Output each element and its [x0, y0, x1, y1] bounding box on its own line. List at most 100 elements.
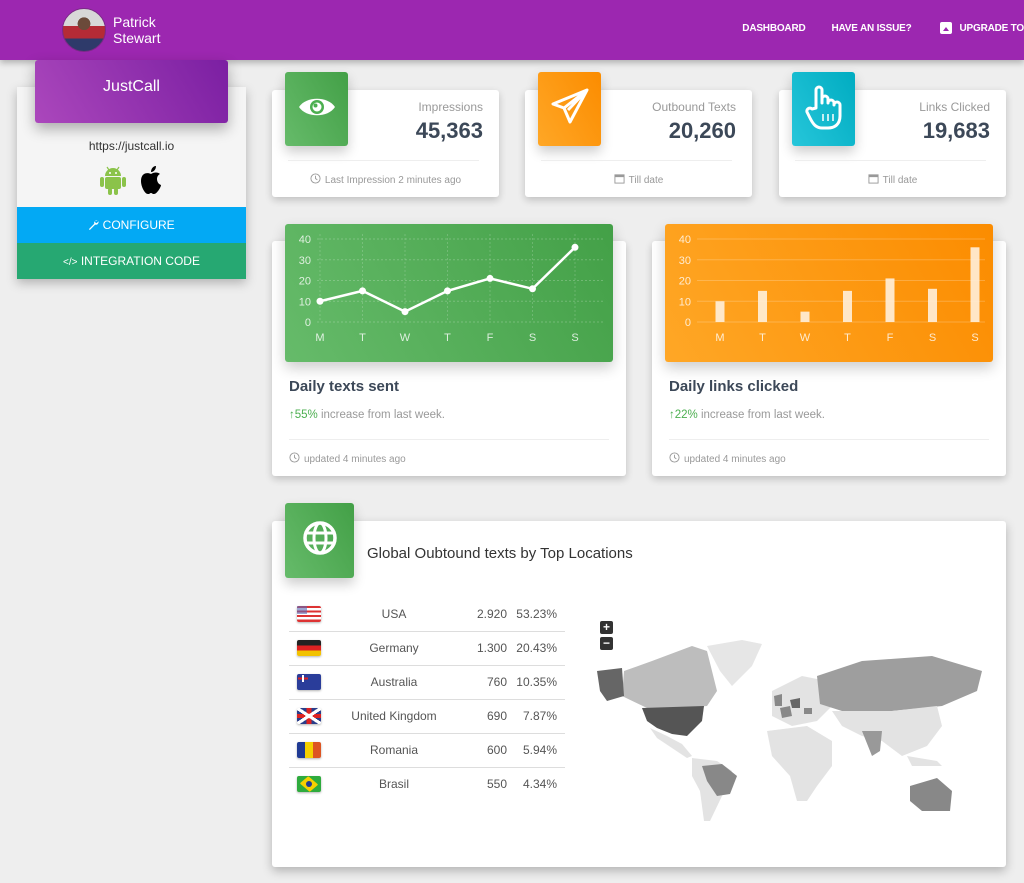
bar[interactable]	[928, 288, 937, 322]
bar[interactable]	[843, 290, 852, 322]
data-point[interactable]	[444, 287, 451, 295]
x-tick-label: T	[359, 332, 366, 344]
clock-icon	[310, 173, 321, 187]
map-zoom-in-button[interactable]: +	[600, 621, 613, 634]
avatar[interactable]	[62, 8, 106, 52]
map-zoom-out-button[interactable]: −	[600, 637, 613, 650]
top-navbar: Patrick Stewart DASHBOARD HAVE AN ISSUE?…	[0, 0, 1024, 60]
map-region	[597, 668, 624, 701]
data-point[interactable]	[316, 297, 324, 305]
nav-upgrade-label: UPGRADE TO	[959, 22, 1024, 34]
x-tick-label: T	[444, 332, 451, 344]
y-tick-label: 10	[679, 296, 691, 308]
location-row: Brasil 550 4.34%	[289, 767, 565, 801]
x-tick-label: F	[887, 332, 894, 344]
map-region	[907, 756, 942, 766]
location-row: Australia 760 10.35%	[289, 665, 565, 700]
location-row: United Kingdom 690 7.87%	[289, 699, 565, 734]
globe-icon-box	[285, 503, 354, 578]
code-icon: </>	[63, 257, 78, 268]
location-count: 600	[454, 733, 509, 768]
apple-icon[interactable]	[137, 165, 165, 200]
y-tick-label: 20	[299, 276, 311, 288]
location-percent: 5.94%	[509, 733, 565, 768]
y-tick-label: 0	[305, 317, 311, 329]
data-point[interactable]	[359, 287, 366, 295]
x-tick-label: T	[759, 332, 766, 344]
location-count: 690	[454, 699, 509, 734]
data-point[interactable]	[486, 274, 494, 282]
x-tick-label: W	[400, 332, 411, 344]
flag-cell	[289, 733, 334, 768]
location-count: 550	[486, 777, 507, 792]
divider	[541, 160, 732, 161]
stat-label: Outbound Texts	[652, 100, 736, 114]
x-tick-label: W	[800, 332, 811, 344]
map-region	[862, 731, 882, 756]
y-tick-label: 10	[299, 296, 311, 308]
map-region	[707, 640, 762, 686]
stat-value: 20,260	[668, 118, 736, 143]
nav-dashboard[interactable]: DASHBOARD	[742, 23, 805, 34]
country-name: Romania	[334, 733, 454, 768]
global-locations-card: Global Oubtound texts by Top Locations U…	[272, 503, 1006, 867]
data-point[interactable]	[571, 243, 579, 251]
y-tick-label: 40	[299, 234, 311, 246]
daily-links-bar-chart: 0 10 20 30 40 M T W T F S S	[679, 234, 985, 344]
divider	[288, 160, 479, 161]
x-tick-label: T	[844, 332, 851, 344]
app-name-header: JustCall	[35, 60, 228, 123]
configure-button[interactable]: CONFIGURE	[17, 207, 246, 243]
configure-label: CONFIGURE	[102, 218, 175, 232]
flag-cell	[289, 767, 334, 801]
android-icon[interactable]	[99, 165, 127, 200]
bar[interactable]	[800, 311, 810, 322]
stat-card-outbound-texts: Outbound Texts 20,260 Till date	[525, 72, 752, 197]
chart-footer-text: updated 4 minutes ago	[304, 453, 406, 465]
change-text: increase from last week.	[317, 409, 445, 421]
bar[interactable]	[758, 290, 767, 322]
map-region	[832, 706, 942, 756]
stat-footer-text: Last Impression 2 minutes ago	[324, 174, 462, 186]
chart-footer-text: updated 4 minutes ago	[684, 453, 786, 465]
bar-chart-panel: 0 10 20 30 40 M T W T F S S	[665, 224, 993, 362]
user-name[interactable]: Patrick Stewart	[113, 14, 160, 46]
change-percent: 55%	[294, 409, 318, 421]
stat-icon-box	[792, 72, 855, 146]
stat-icon-box	[285, 72, 348, 146]
country-name: Germany	[334, 631, 454, 666]
location-percent: 7.87%	[509, 699, 565, 734]
divider	[289, 439, 609, 440]
map-region	[780, 706, 792, 718]
app-url[interactable]: https://justcall.io	[17, 139, 246, 153]
map-region	[774, 694, 782, 706]
x-tick-label: F	[487, 332, 494, 344]
daily-texts-line-chart: 0 10 20 30 40 M T W T F S S	[299, 234, 605, 344]
map-region	[767, 726, 832, 801]
chart-footer: updated 4 minutes ago	[669, 452, 786, 466]
location-percent: 10.35%	[509, 665, 565, 700]
stat-footer-text: Till date	[882, 174, 918, 186]
y-tick-label: 0	[685, 317, 691, 329]
bar[interactable]	[970, 247, 980, 322]
data-point[interactable]	[401, 308, 409, 316]
flag-brasil-icon	[297, 776, 321, 793]
flag-cell	[289, 665, 334, 700]
chart-change: ↑22% increase from last week.	[669, 409, 825, 421]
world-map[interactable]: + −	[592, 616, 992, 826]
integration-code-button[interactable]: </> INTEGRATION CODE	[17, 243, 246, 279]
divider	[795, 160, 986, 161]
data-point[interactable]	[529, 285, 536, 293]
stat-footer: Till date	[779, 173, 1006, 187]
flag-cell	[289, 631, 334, 666]
bar[interactable]	[885, 278, 895, 322]
divider	[669, 439, 989, 440]
x-tick-label: S	[971, 332, 978, 344]
nav-upgrade[interactable]: UPGRADE TO	[939, 22, 1024, 34]
platform-icons	[17, 165, 246, 200]
bar[interactable]	[715, 301, 725, 322]
stat-card-links-clicked: Links Clicked 19,683 Till date	[779, 72, 1006, 197]
location-count: 2.920	[454, 597, 509, 632]
nav-have-an-issue[interactable]: HAVE AN ISSUE?	[832, 23, 912, 34]
y-tick-label: 20	[679, 276, 691, 288]
